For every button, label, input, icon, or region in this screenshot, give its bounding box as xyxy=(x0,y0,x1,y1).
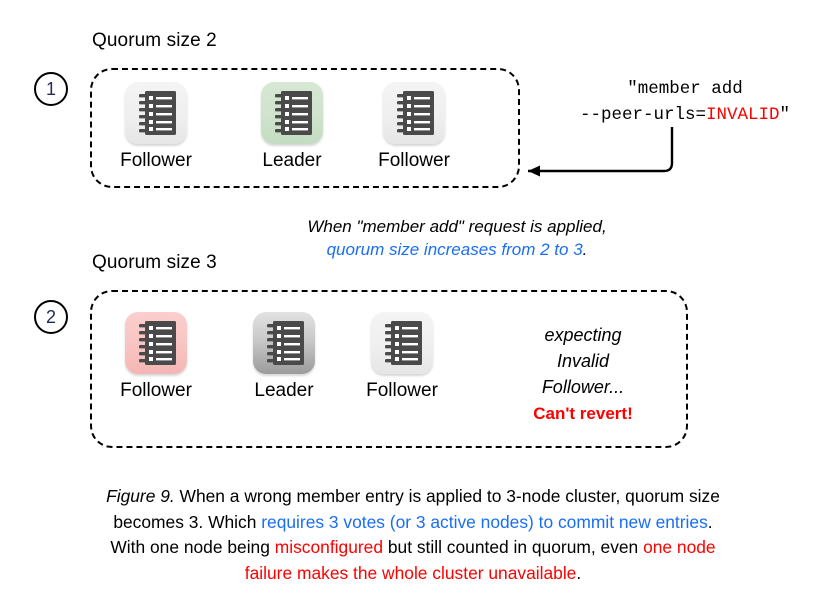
node-tile xyxy=(371,312,433,374)
expect-line-2: Invalid xyxy=(556,351,610,372)
node-tile xyxy=(125,82,187,144)
server-notebook-icon xyxy=(267,321,304,365)
expecting-invalid-follower-note: expecting Invalid Follower... xyxy=(498,322,668,400)
node-tile xyxy=(253,312,315,374)
caption-line-3: With one node being misconfigured but st… xyxy=(24,535,802,561)
node-tile xyxy=(383,82,445,144)
caption-line-3c: but still counted in quorum, even xyxy=(383,537,644,558)
figure-number: Figure 9. xyxy=(106,486,175,506)
quorum-label-panel-1: Quorum size 2 xyxy=(92,30,217,51)
figure-caption: Figure 9. When a wrong member entry is a… xyxy=(24,484,802,586)
step-number-1: 1 xyxy=(34,72,68,106)
server-notebook-icon xyxy=(385,321,422,365)
node-label: Follower xyxy=(120,150,192,171)
caption-misconfigured: misconfigured xyxy=(274,537,384,558)
command-line-1: "member add xyxy=(627,79,743,99)
caption-line-4: failure makes the whole cluster unavaila… xyxy=(24,561,802,587)
transition-note: When "member add" request is applied, qu… xyxy=(262,216,652,262)
server-notebook-icon xyxy=(397,91,434,135)
quorum-label-panel-2: Quorum size 3 xyxy=(92,252,217,273)
node-panel-2-follower-invalid[interactable]: Follower xyxy=(104,312,208,400)
caption-line-3a: With one node being xyxy=(110,537,275,558)
node-label: Leader xyxy=(254,380,314,401)
transition-line-1: When "member add" request is applied, xyxy=(307,217,607,236)
node-tile xyxy=(125,312,187,374)
cant-revert-alert: Can't revert! xyxy=(533,404,633,423)
command-arrow xyxy=(528,127,674,177)
transition-quorum-text: quorum size increases from 2 to 3 xyxy=(326,239,583,259)
command-quote: " xyxy=(779,105,791,126)
node-label: Follower xyxy=(366,380,438,401)
caption-line-4b: . xyxy=(576,562,582,583)
expect-line-1: expecting xyxy=(544,325,622,345)
node-panel-1-follower-a[interactable]: Follower xyxy=(104,82,208,170)
caption-failure-text: failure makes the whole cluster unavaila… xyxy=(244,562,577,583)
node-tile xyxy=(261,82,323,144)
command-invalid-value: INVALID xyxy=(706,105,780,126)
transition-period: . xyxy=(582,239,588,259)
caption-one-node: one node xyxy=(643,537,716,558)
node-panel-2-leader[interactable]: Leader xyxy=(232,312,336,400)
step-number-2: 2 xyxy=(34,300,68,334)
caption-line-2a: becomes 3. Which xyxy=(113,511,262,532)
caption-line-1: Figure 9. When a wrong member entry is a… xyxy=(24,484,802,510)
member-add-command: "member add --peer-urls=INVALID" xyxy=(560,76,810,129)
node-label: Follower xyxy=(120,380,192,401)
caption-line-2: becomes 3. Which requires 3 votes (or 3 … xyxy=(24,510,802,536)
command-flag: --peer-urls= xyxy=(579,105,706,126)
caption-line-2c: . xyxy=(707,511,713,532)
node-panel-1-follower-b[interactable]: Follower xyxy=(362,82,466,170)
server-notebook-icon xyxy=(139,321,176,365)
server-notebook-icon xyxy=(275,91,312,135)
transition-line-2: quorum size increases from 2 to 3. xyxy=(262,239,652,262)
figure-canvas: Quorum size 2 1 Follower Leader Follower… xyxy=(0,0,826,600)
node-panel-2-follower[interactable]: Follower xyxy=(350,312,454,400)
expect-line-3: Follower... xyxy=(541,377,625,398)
node-label: Follower xyxy=(378,150,450,171)
caption-line-1-text: When a wrong member entry is applied to … xyxy=(174,486,720,506)
server-notebook-icon xyxy=(139,91,176,135)
node-label: Leader xyxy=(262,150,322,171)
caption-requires-votes: requires 3 votes (or 3 active nodes) to … xyxy=(261,511,708,532)
node-panel-1-leader[interactable]: Leader xyxy=(240,82,344,170)
